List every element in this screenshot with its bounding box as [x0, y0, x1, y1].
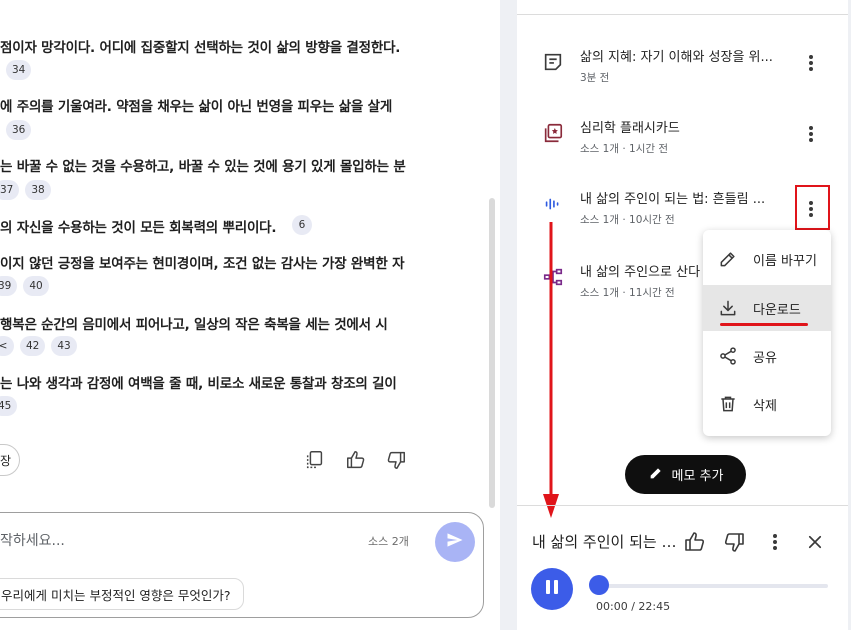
send-button[interactable]	[435, 522, 475, 562]
citation-row: 36	[6, 120, 32, 140]
annotation-highlight-box	[795, 185, 830, 230]
pencil-icon	[648, 465, 664, 485]
menu-item-label: 공유	[753, 350, 777, 366]
divider	[517, 14, 851, 15]
menu-item-share[interactable]: 공유	[703, 333, 831, 379]
more-vert-icon[interactable]	[762, 529, 788, 555]
citation-chip[interactable]: 37	[0, 180, 20, 200]
citation-row: 37 38	[0, 180, 51, 200]
answer-line: 행복은 순간의 음미에서 피어나고, 일상의 작은 축복을 세는 것에서 시	[0, 317, 388, 333]
note-item[interactable]: 심리학 플래시카드 소스 1개 · 1시간 전	[517, 111, 848, 171]
progress-handle[interactable]	[589, 575, 609, 595]
context-menu: 이름 바꾸기 다운로드 공유 삭제	[703, 230, 831, 436]
note-title: 삶의 지혜: 자기 이해와 성장을 위...	[580, 50, 773, 65]
citation-row: 39 40	[0, 276, 49, 296]
save-label: 장	[0, 453, 11, 468]
citation-chip[interactable]: 42	[20, 336, 46, 356]
more-vert-icon[interactable]	[800, 50, 822, 76]
citation-row: 34	[6, 60, 32, 80]
answer-line: 이지 않던 긍정을 보여주는 현미경이며, 조건 없는 감사는 가장 완벽한 자	[0, 256, 405, 272]
answer-line: 는 나와 생각과 감정에 여백을 줄 때, 비로소 새로운 통찰과 창조의 길이	[0, 376, 397, 392]
citation-chip[interactable]: 36	[6, 120, 32, 140]
citation-chip[interactable]: 43	[51, 336, 77, 356]
thumbs-down-icon[interactable]	[383, 447, 409, 473]
citation-row: 45	[0, 396, 18, 416]
citation-row: < 42 43	[0, 336, 77, 356]
citation-chip[interactable]: 6	[292, 215, 312, 235]
chat-input[interactable]: 작하세요...	[0, 530, 65, 550]
citation-chip[interactable]: 38	[25, 180, 51, 200]
send-icon	[445, 530, 465, 554]
add-note-button[interactable]: 메모 추가	[625, 455, 746, 494]
note-meta: 소스 1개 · 11시간 전	[580, 287, 675, 299]
citation-chip[interactable]: 34	[6, 60, 32, 80]
progress-track[interactable]	[598, 584, 828, 588]
pause-button[interactable]	[531, 568, 573, 610]
share-icon	[716, 344, 740, 368]
note-title: 내 삶의 주인으로 산다	[580, 265, 701, 280]
time-readout: 00:00 / 22:45	[596, 600, 671, 613]
answer-line: 점이자 망각이다. 어디에 집중할지 선택하는 것이 삶의 방향을 결정한다.	[0, 40, 401, 56]
thumbs-up-icon[interactable]	[682, 529, 708, 555]
note-title: 내 삶의 주인이 되는 법: 흔들림 ...	[580, 192, 766, 207]
annotation-arrow	[543, 222, 559, 518]
trash-icon	[716, 392, 740, 416]
audio-icon	[541, 192, 565, 216]
add-note-label: 메모 추가	[671, 469, 724, 484]
answer-line: 의 자신을 수용하는 것이 모든 회복력의 뿌리이다.	[0, 220, 277, 236]
answer-line: 에 주의를 기울여라. 약점을 채우는 삶이 아닌 번영을 피우는 삶을 살게	[0, 99, 393, 115]
citation-chip[interactable]: <	[0, 336, 14, 356]
flashcard-icon	[541, 121, 565, 145]
citation-chip[interactable]: 40	[23, 276, 49, 296]
save-to-note-button[interactable]: 장	[0, 444, 20, 476]
close-icon[interactable]	[802, 529, 828, 555]
menu-item-label: 이름 바꾸기	[753, 253, 817, 269]
source-count: 소스 2개	[368, 535, 409, 548]
more-vert-icon[interactable]	[800, 121, 822, 147]
divider	[517, 505, 848, 506]
chat-panel: 점이자 망각이다. 어디에 집중할지 선택하는 것이 삶의 방향을 결정한다. …	[0, 0, 500, 630]
player-title: 내 삶의 주인이 되는 법: 흔들림	[532, 533, 680, 551]
note-meta: 3분 전	[580, 72, 610, 84]
menu-item-rename[interactable]: 이름 바꾸기	[703, 236, 831, 282]
note-meta: 소스 1개 · 1시간 전	[580, 143, 669, 155]
panel-divider	[500, 0, 517, 630]
chat-scrollbar[interactable]	[489, 198, 495, 508]
pause-icon	[544, 579, 560, 599]
thumbs-up-icon[interactable]	[343, 447, 369, 473]
copy-icon[interactable]	[302, 447, 328, 473]
menu-item-label: 다운로드	[753, 302, 801, 318]
annotation-underline	[720, 323, 808, 326]
suggested-question[interactable]: 우리에게 미치는 부정적인 영향은 무엇인가?	[0, 578, 244, 610]
note-meta: 소스 1개 · 10시간 전	[580, 214, 675, 226]
pencil-icon	[716, 247, 740, 271]
note-title: 심리학 플래시카드	[580, 121, 680, 136]
menu-item-label: 삭제	[753, 398, 777, 414]
note-item[interactable]: 삶의 지혜: 자기 이해와 성장을 위... 3분 전	[517, 40, 848, 100]
citation-chip[interactable]: 39	[0, 276, 18, 296]
answer-line: 는 바꿀 수 없는 것을 수용하고, 바꿀 수 있는 것에 용기 있게 몰입하는…	[0, 159, 406, 175]
suggested-question-text: 우리에게 미치는 부정적인 영향은 무엇인가?	[1, 587, 231, 603]
citation-chip[interactable]: 45	[0, 396, 18, 416]
note-icon	[541, 50, 565, 74]
thumbs-down-icon[interactable]	[721, 529, 747, 555]
download-icon	[716, 296, 740, 320]
menu-item-delete[interactable]: 삭제	[703, 381, 831, 427]
